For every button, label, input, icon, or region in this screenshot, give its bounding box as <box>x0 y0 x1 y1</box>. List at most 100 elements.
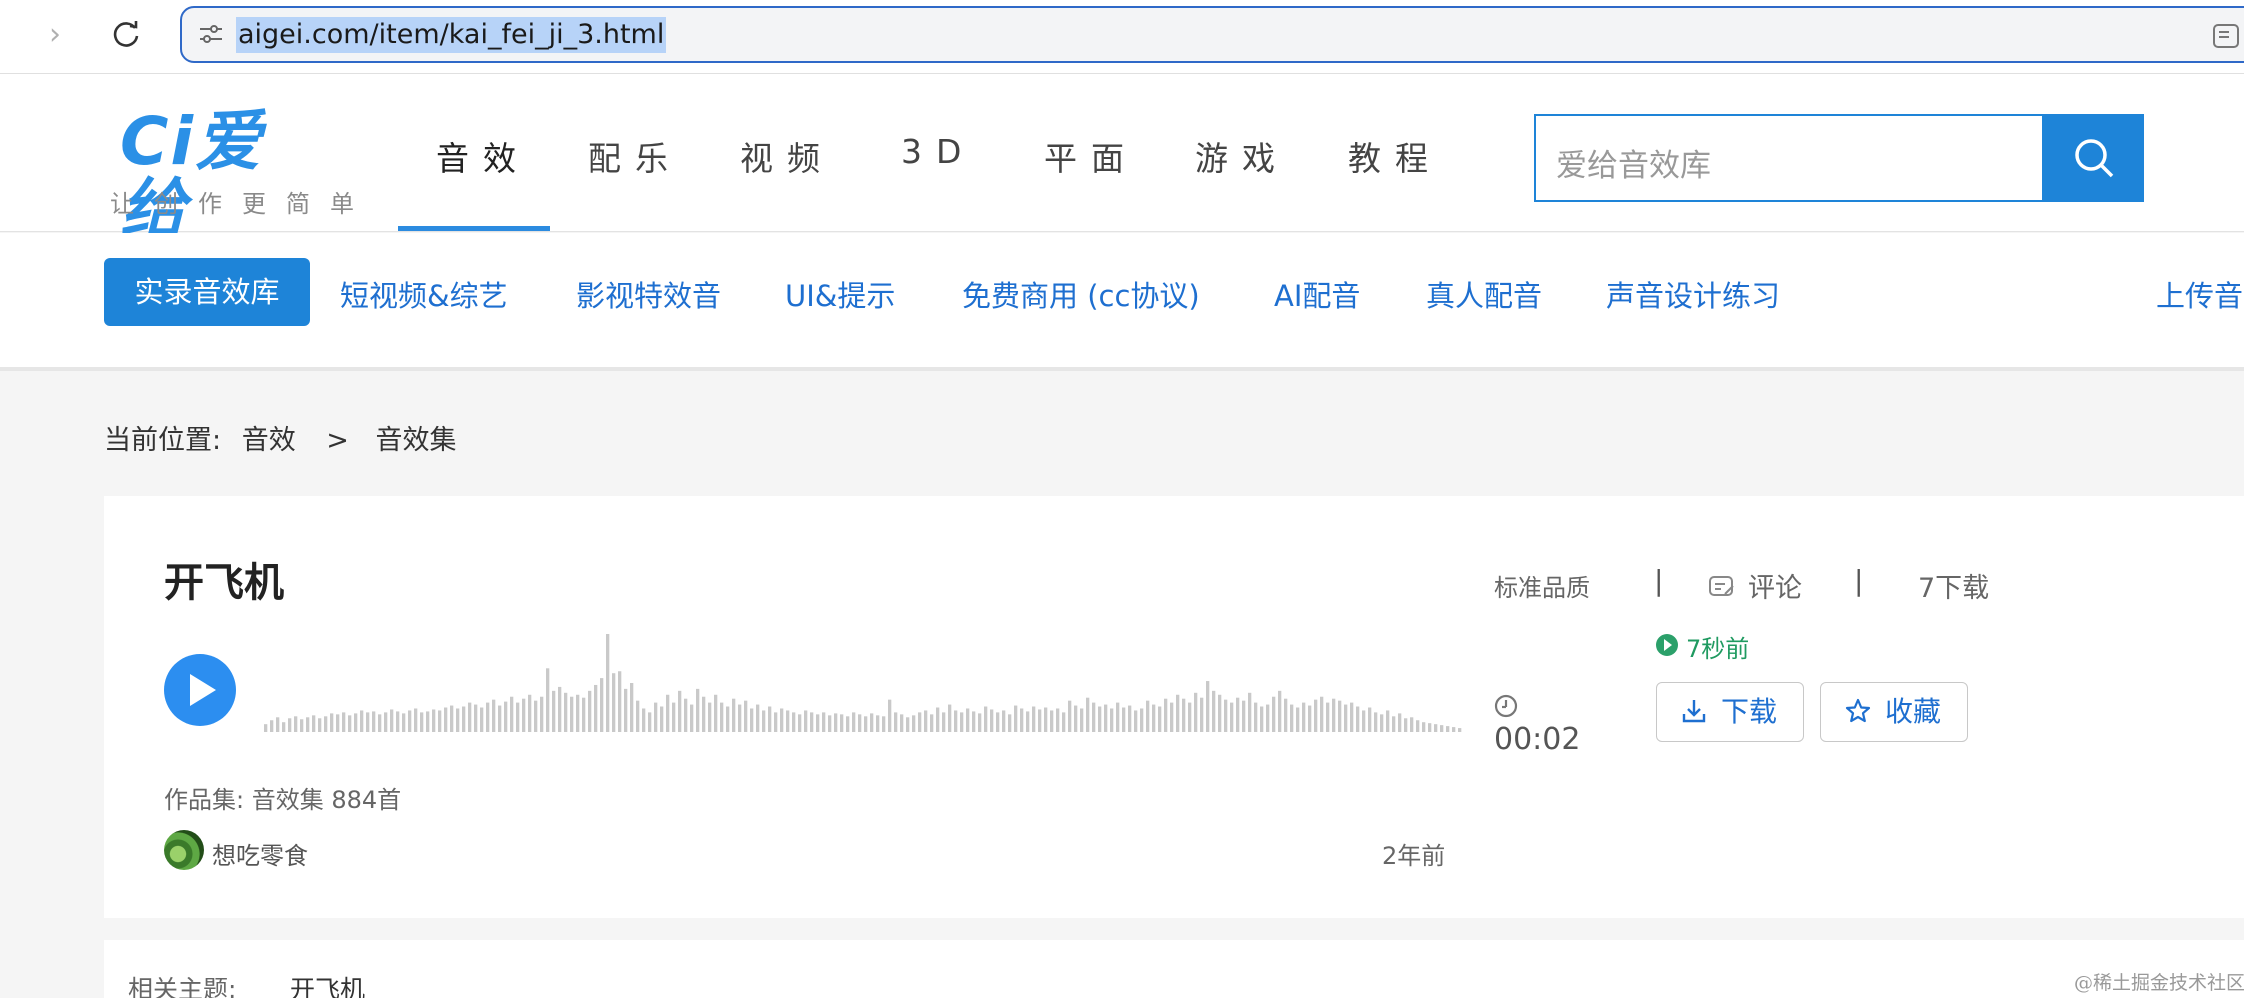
waveform-bar <box>306 717 310 732</box>
waveform-bar <box>1236 697 1240 732</box>
star-icon <box>1845 698 1871 723</box>
site-logo[interactable]: Ci爱给 <box>120 108 330 244</box>
waveform-bar <box>1296 707 1300 732</box>
waveform-bar <box>1242 700 1246 732</box>
browser-toolbar: › aigei.com/item/kai_fei_ji_3.html <box>0 0 2244 74</box>
waveform-bar <box>1146 700 1150 732</box>
waveform-bar <box>1266 704 1270 732</box>
waveform-bar <box>1092 702 1096 732</box>
search-button[interactable] <box>2042 114 2144 202</box>
waveform-bar <box>900 714 904 732</box>
nav-item-games[interactable]: 游戏 <box>1195 132 1289 180</box>
waveform-bar <box>786 710 790 732</box>
nav-item-video[interactable]: 视频 <box>740 132 834 180</box>
waveform-bar <box>384 712 388 732</box>
waveform-bar <box>918 712 922 732</box>
category-ui-prompts[interactable]: UI&提示 <box>785 273 895 315</box>
waveform-bar <box>882 716 886 732</box>
waveform-bar <box>1416 720 1420 732</box>
comment-icon[interactable] <box>1708 574 1736 600</box>
waveform-bar <box>360 710 364 732</box>
breadcrumb-item[interactable]: 音效 <box>242 425 296 456</box>
waveform-bar <box>1386 710 1390 732</box>
waveform-bar <box>1428 723 1432 732</box>
waveform-bar <box>1200 697 1204 732</box>
category-sound-design[interactable]: 声音设计练习 <box>1606 273 1780 315</box>
nav-item-graphics[interactable]: 平面 <box>1044 132 1138 180</box>
waveform-bar <box>1338 700 1342 732</box>
category-ai-voice[interactable]: AI配音 <box>1274 273 1360 315</box>
category-free-commercial[interactable]: 免费商用 (cc协议) <box>962 273 1200 315</box>
waveform-bar <box>834 713 838 732</box>
related-topic-link[interactable]: 开飞机 <box>290 970 365 998</box>
waveform-bar <box>1194 692 1198 732</box>
waveform-bar <box>1026 711 1030 732</box>
waveform-bar <box>972 711 976 732</box>
waveform-bar <box>732 698 736 732</box>
category-human-voice[interactable]: 真人配音 <box>1426 273 1542 315</box>
play-icon <box>190 674 216 706</box>
waveform[interactable] <box>264 634 1464 732</box>
waveform-bar <box>324 716 328 732</box>
waveform-bar <box>810 712 814 732</box>
author-avatar[interactable] <box>164 830 204 870</box>
waveform-bar <box>630 683 634 732</box>
waveform-bar <box>1350 702 1354 732</box>
collection-link[interactable]: 音效集 884首 <box>252 786 401 814</box>
waveform-bar <box>606 634 610 732</box>
waveform-bar <box>894 712 898 732</box>
waveform-bar <box>1368 707 1372 732</box>
waveform-bar <box>714 694 718 732</box>
waveform-bar <box>1404 718 1408 732</box>
category-field-recordings[interactable]: 实录音效库 <box>104 258 310 326</box>
download-button[interactable]: 下载 <box>1656 682 1804 742</box>
waveform-bar <box>468 702 472 732</box>
waveform-bar <box>282 722 286 732</box>
waveform-bar <box>846 716 850 732</box>
reader-mode-icon[interactable] <box>2212 22 2242 50</box>
address-bar[interactable]: aigei.com/item/kai_fei_ji_3.html <box>180 6 2244 63</box>
waveform-bar <box>522 698 526 732</box>
breadcrumb-item[interactable]: 音效集 <box>376 425 457 456</box>
forward-icon[interactable]: › <box>38 18 72 52</box>
waveform-bar <box>942 712 946 732</box>
waveform-bar <box>750 708 754 732</box>
waveform-bar <box>930 714 934 732</box>
category-short-video[interactable]: 短视频&综艺 <box>340 273 508 315</box>
author-name[interactable]: 想吃零食 <box>212 836 308 871</box>
waveform-bar <box>612 673 616 732</box>
waveform-bar <box>822 712 826 732</box>
recent-play-icon <box>1656 634 1678 656</box>
sound-card: 开飞机 00:02 作品集: 音效集 884首 想吃零食 2年前 标准品质 | … <box>104 496 2244 918</box>
nav-item-3d[interactable]: 3D <box>901 132 975 171</box>
favorite-button[interactable]: 收藏 <box>1820 682 1968 742</box>
meta-separator: | <box>1654 564 1664 597</box>
waveform-bar <box>1014 705 1018 732</box>
waveform-bar <box>390 709 394 732</box>
waveform-bar <box>1308 705 1312 732</box>
nav-item-music[interactable]: 配乐 <box>588 132 682 180</box>
waveform-bar <box>1362 710 1366 732</box>
search-input[interactable]: 爱给音效库 <box>1534 114 2044 202</box>
reload-icon[interactable] <box>108 16 144 52</box>
play-button[interactable] <box>164 654 236 726</box>
search-placeholder: 爱给音效库 <box>1556 148 1711 184</box>
waveform-bar <box>1320 696 1324 732</box>
nav-item-tutorials[interactable]: 教程 <box>1348 132 1442 180</box>
waveform-bar <box>768 706 772 732</box>
waveform-bar <box>558 686 562 732</box>
nav-item-sound-effects[interactable]: 音效 <box>436 132 530 180</box>
upload-link[interactable]: 上传音 <box>2156 273 2243 315</box>
url-text[interactable]: aigei.com/item/kai_fei_ji_3.html <box>236 17 667 53</box>
waveform-bar <box>300 719 304 732</box>
waveform-bar <box>978 713 982 732</box>
category-film-fx[interactable]: 影视特效音 <box>576 273 721 315</box>
waveform-bar <box>348 715 352 732</box>
posted-time: 2年前 <box>1382 842 1446 870</box>
waveform-bar <box>960 712 964 732</box>
waveform-bar <box>828 715 832 732</box>
waveform-bar <box>1218 694 1222 732</box>
waveform-bar <box>1038 709 1042 732</box>
comments-link[interactable]: 评论 <box>1748 566 1802 605</box>
site-settings-icon[interactable] <box>198 22 224 46</box>
